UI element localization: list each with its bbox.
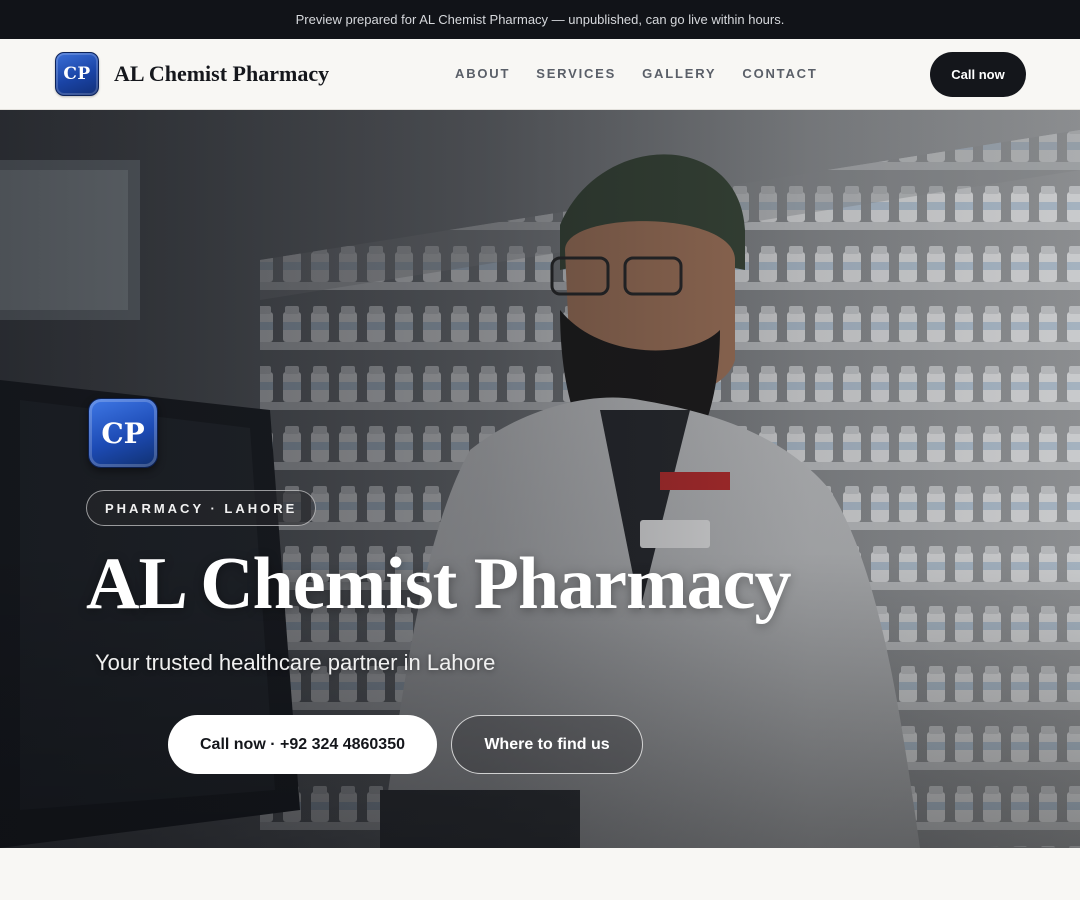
hero-logo-initials: CP [101, 416, 145, 450]
nav-item-contact[interactable]: CONTACT [742, 66, 817, 81]
hero-section: CP PHARMACY · LAHORE AL Chemist Pharmacy… [0, 110, 1080, 848]
preview-banner: Preview prepared for AL Chemist Pharmacy… [0, 0, 1080, 39]
hero-find-us-button[interactable]: Where to find us [451, 715, 643, 774]
header-call-button[interactable]: Call now [930, 52, 1026, 97]
hero-title: AL Chemist Pharmacy [86, 543, 791, 625]
logo-initials: CP [63, 64, 91, 84]
hero-eyebrow-badge: PHARMACY · LAHORE [86, 490, 317, 526]
hero-call-button[interactable]: Call now · +92 324 4860350 [168, 715, 437, 774]
nav-item-about[interactable]: ABOUT [455, 66, 510, 81]
hero-subtitle: Your trusted healthcare partner in Lahor… [95, 650, 496, 675]
brand-name[interactable]: AL Chemist Pharmacy [114, 61, 329, 87]
logo-badge-icon[interactable]: CP [55, 52, 99, 96]
hero-logo-icon: CP [88, 398, 158, 468]
site-header: CP AL Chemist Pharmacy ABOUT SERVICES GA… [0, 39, 1080, 110]
nav-item-gallery[interactable]: GALLERY [642, 66, 716, 81]
nav-item-services[interactable]: SERVICES [536, 66, 616, 81]
preview-banner-text: Preview prepared for AL Chemist Pharmacy… [295, 12, 785, 27]
main-nav: ABOUT SERVICES GALLERY CONTACT [455, 66, 818, 81]
